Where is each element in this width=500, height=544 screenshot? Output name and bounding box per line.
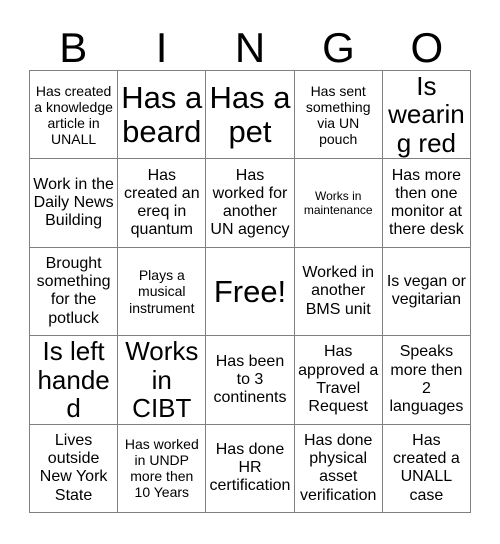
bingo-cell[interactable]: Has sent something via UN pouch (294, 71, 383, 160)
bingo-cell-label: Has been to 3 continents (213, 352, 287, 406)
bingo-cell-label: Has more then one monitor at there desk (389, 166, 464, 239)
bingo-grid: Has created a knowledge article in UNALL… (29, 70, 471, 513)
bingo-cell-label: Brought something for the potluck (36, 255, 111, 327)
bingo-cell-label: Has worked in UNDP more then 10 Years (124, 436, 199, 501)
bingo-header-letter-o: O (410, 24, 444, 71)
bingo-cell-label: Worked in another BMS unit (302, 264, 375, 318)
bingo-cell-label: Is wearing red (388, 71, 465, 158)
bingo-cell-label: Speaks more then 2 languages (389, 343, 464, 416)
bingo-cell[interactable]: Work in the Daily News Building (30, 159, 119, 248)
bingo-free-space-label: Free! (213, 273, 287, 309)
bingo-cell[interactable]: Has done HR certification (206, 424, 295, 513)
bingo-cell-label: Has created a knowledge article in UNALL (34, 82, 113, 147)
bingo-cell-label: Work in the Daily News Building (33, 175, 114, 230)
bingo-header-letter-n: N (234, 24, 266, 71)
bingo-cell[interactable]: Is left handed (30, 336, 119, 425)
bingo-cell[interactable]: Is vegan or vegitarian (382, 247, 471, 337)
bingo-cell[interactable]: Has worked for another UN agency (206, 159, 295, 248)
bingo-header-letter-i: I (155, 24, 168, 71)
bingo-cell[interactable]: Has created a UNALL case (382, 424, 471, 513)
bingo-card: B I N G O Has created a knowledge articl… (0, 0, 500, 544)
bingo-cell[interactable]: Worked in another BMS unit (294, 247, 383, 337)
bingo-cell[interactable]: Has more then one monitor at there desk (382, 159, 471, 248)
bingo-cell-label: Lives outside New York State (39, 431, 108, 504)
bingo-cell[interactable]: Has created a knowledge article in UNALL (30, 71, 119, 160)
bingo-cell-label: Has worked for another UN agency (210, 166, 290, 239)
bingo-cell-label: Has a beard (121, 80, 203, 149)
bingo-cell-label: Is vegan or vegitarian (386, 273, 466, 309)
bingo-cell-label: Has approved a Travel Request (298, 343, 379, 416)
bingo-cell[interactable]: Plays a musical instrument (118, 247, 207, 337)
bingo-cell[interactable]: Has done physical asset verification (294, 424, 383, 513)
bingo-cell[interactable]: Works in CIBT (118, 336, 207, 425)
bingo-cell-label: Works in CIBT (125, 336, 199, 424)
bingo-cell[interactable]: Lives outside New York State (30, 424, 119, 513)
bingo-cell[interactable]: Has approved a Travel Request (294, 336, 383, 425)
bingo-cell-label: Is left handed (37, 336, 110, 424)
bingo-header-letter-g: G (322, 24, 355, 71)
bingo-cell[interactable]: Works in maintenance (294, 159, 383, 248)
bingo-cell[interactable]: Is wearing red (382, 71, 471, 160)
bingo-header-row: B I N G O (29, 18, 471, 70)
bingo-cell[interactable]: Has worked in UNDP more then 10 Years (118, 424, 207, 513)
bingo-cell[interactable]: Brought something for the potluck (30, 247, 119, 337)
bingo-cell[interactable]: Has created an ereq in quantum (118, 159, 207, 248)
bingo-cell-label: Works in maintenance (303, 188, 373, 218)
bingo-cell-label: Plays a musical instrument (129, 267, 195, 316)
bingo-cell-label: Has created an ereq in quantum (123, 166, 200, 239)
bingo-cell-label: Has sent something via UN pouch (305, 82, 371, 147)
bingo-cell[interactable]: Speaks more then 2 languages (382, 336, 471, 425)
bingo-cell-label: Has done HR certification (209, 440, 291, 495)
bingo-cell-label: Has done physical asset verification (299, 431, 377, 504)
bingo-cell[interactable]: Has a pet (206, 71, 295, 160)
bingo-cell-label: Has a pet (209, 80, 291, 149)
bingo-cell[interactable]: Has a beard (118, 71, 207, 160)
bingo-free-space[interactable]: Free! (206, 247, 295, 337)
bingo-cell[interactable]: Has been to 3 continents (206, 336, 295, 425)
bingo-header-letter-b: B (59, 24, 88, 71)
bingo-cell-label: Has created a UNALL case (393, 431, 460, 504)
